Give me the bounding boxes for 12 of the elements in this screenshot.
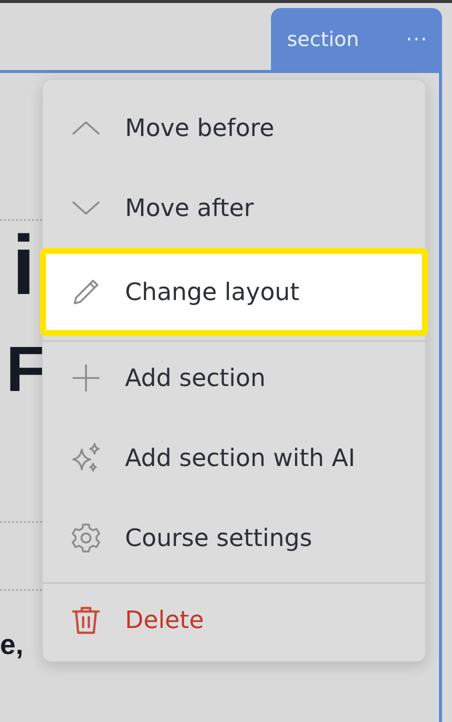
section-label: section — [287, 27, 360, 51]
heading-text: F — [5, 337, 46, 401]
menu-item[interactable]: Add section — [43, 338, 425, 418]
heading-text: i — [11, 223, 36, 307]
menu-item[interactable]: Change layout — [40, 248, 428, 336]
menu-item[interactable]: Course settings — [43, 498, 425, 578]
heading-text: e, — [0, 631, 24, 659]
menu-item[interactable]: Move after — [43, 168, 425, 248]
menu-item[interactable]: Delete — [43, 580, 425, 660]
menu-item[interactable]: Add section with AI — [43, 418, 425, 498]
settings-icon — [69, 521, 103, 555]
menu-item[interactable]: Move before — [43, 88, 425, 168]
